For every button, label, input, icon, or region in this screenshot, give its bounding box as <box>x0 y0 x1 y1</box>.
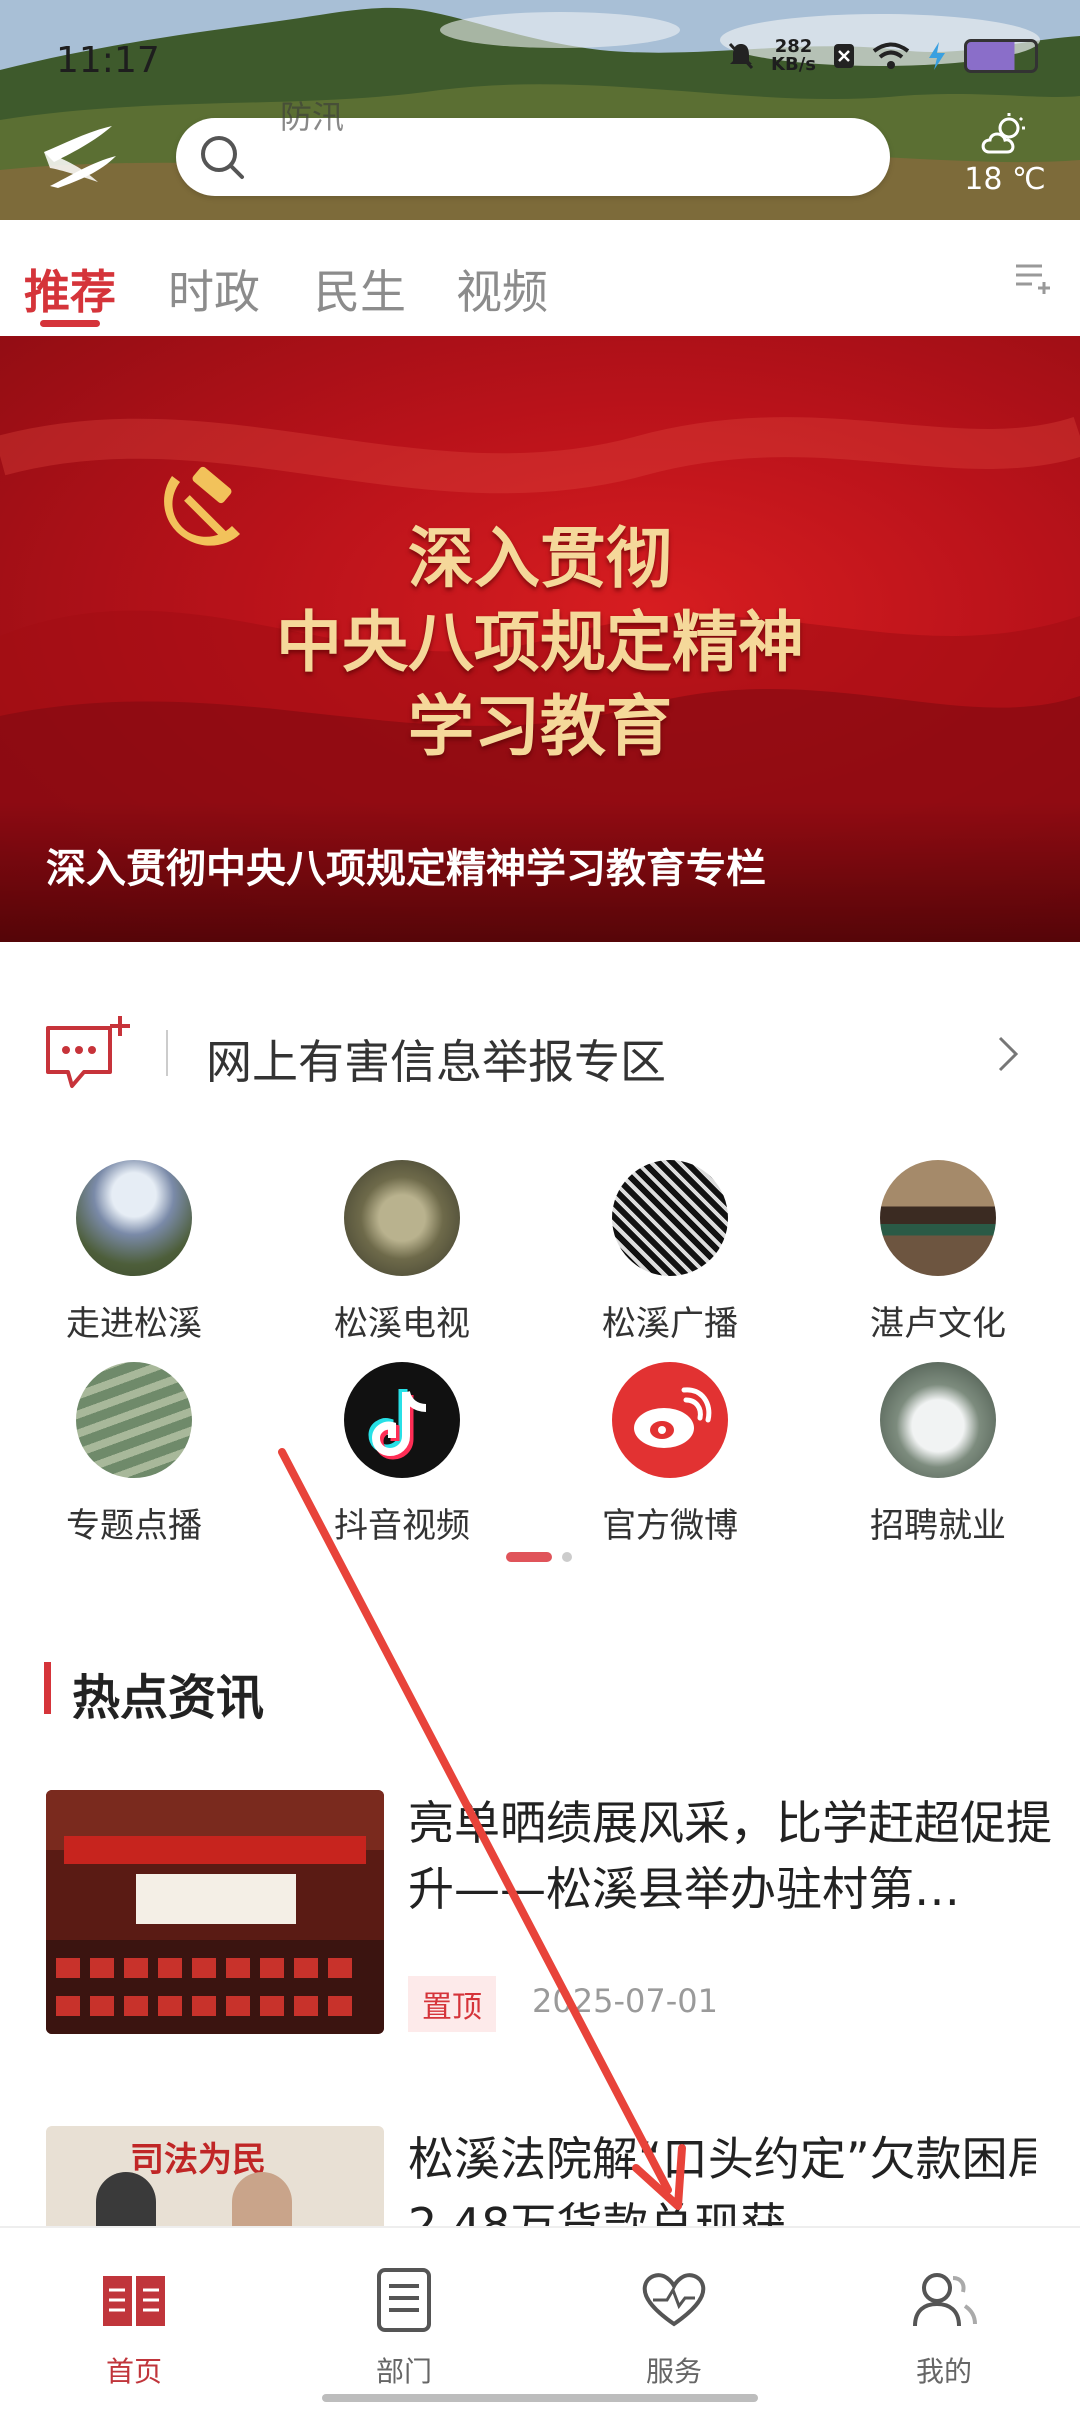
sim-icon <box>834 44 854 68</box>
status-icons: 282 KB/s <box>727 38 1038 74</box>
book-icon <box>103 2276 165 2326</box>
charging-icon <box>929 42 945 70</box>
grid-item-jobs[interactable]: 招聘就业 <box>838 1362 1038 1547</box>
tab-recommend[interactable]: 推荐 <box>24 256 116 322</box>
tab-video[interactable]: 视频 <box>456 256 548 322</box>
page-dot <box>562 1552 572 1562</box>
news-title: 松溪法院解“口头约定”欠款困局 2.48万货款总现获… <box>408 2132 1036 2226</box>
mountain-thumb-icon <box>76 1160 192 1276</box>
nav-home[interactable]: 首页 <box>44 2264 224 2390</box>
nav-label: 部门 <box>375 2355 432 2388</box>
grid-item-douyin[interactable]: 抖音视频 <box>302 1362 502 1547</box>
report-label: 网上有害信息举报专区 <box>206 1035 666 1089</box>
news-date: 2025-07-01 <box>532 1982 718 2020</box>
grid-item-zhanlu[interactable]: 湛卢文化 <box>838 1160 1038 1345</box>
vase-thumb-icon <box>344 1160 460 1276</box>
home-indicator[interactable] <box>322 2394 758 2402</box>
pinned-badge: 置顶 <box>408 1976 496 2032</box>
banner-caption: 深入贯彻中央八项规定精神学习教育专栏 <box>46 846 766 892</box>
grid-label: 松溪电视 <box>334 1304 470 1344</box>
tab-politics[interactable]: 时政 <box>168 256 260 322</box>
grid-item-weibo[interactable]: 官方微博 <box>570 1362 770 1547</box>
wifi-icon <box>872 42 910 69</box>
active-tab-indicator <box>40 320 100 327</box>
tiktok-icon <box>344 1362 460 1478</box>
news-thumbnail <box>46 1790 384 2034</box>
nav-departments[interactable]: 部门 <box>314 2264 494 2390</box>
channel-menu-icon[interactable] <box>1012 258 1052 298</box>
banner-title: 深入贯彻 中央八项规定精神 学习教育 <box>276 519 804 765</box>
news-item[interactable]: 亮单晒绩展风采，比学赶超促提升——松溪县举办驻村第… 置顶 2025-07-01 <box>46 1790 1052 2040</box>
banner-carousel[interactable]: 深入贯彻 中央八项规定精神 学习教育 深入贯彻中央八项规定精神学习教育专栏 <box>0 336 1080 942</box>
section-accent-bar <box>44 1662 51 1714</box>
grid-label: 湛卢文化 <box>870 1304 1006 1344</box>
news-thumb-text: 司法为民 <box>130 2140 266 2180</box>
weather-temperature: 18 ℃ <box>964 162 1046 197</box>
grid-label: 专题点播 <box>66 1506 202 1546</box>
header: 11:17 282 KB/s 防汛 18 ℃ <box>0 0 1080 220</box>
document-icon <box>377 2268 431 2332</box>
grid-label: 抖音视频 <box>334 1506 470 1546</box>
grid-item-radio[interactable]: 松溪广播 <box>570 1160 770 1345</box>
heart-icon <box>642 2273 706 2327</box>
news-title: 亮单晒绩展风采，比学赶超促提升——松溪县举办驻村第… <box>408 1796 1052 1916</box>
report-harmful-info-entry[interactable]: 网上有害信息举报专区 <box>0 1000 1080 1110</box>
grid-label: 松溪广播 <box>602 1304 738 1344</box>
weather-widget[interactable]: 18 ℃ <box>955 112 1055 197</box>
mute-icon <box>728 42 754 70</box>
nav-label: 首页 <box>105 2355 162 2388</box>
porcelain-thumb-icon <box>880 1362 996 1478</box>
search-icon <box>201 136 244 179</box>
grid-label: 招聘就业 <box>870 1506 1006 1546</box>
app-logo-icon[interactable] <box>40 122 120 192</box>
users-icon <box>913 2273 977 2327</box>
tab-livelihood[interactable]: 民生 <box>314 256 406 322</box>
weibo-icon <box>612 1362 728 1478</box>
building-thumb-icon <box>612 1160 728 1276</box>
grid-item-topics[interactable]: 专题点播 <box>34 1362 234 1547</box>
cloudy-sun-icon <box>981 113 1025 154</box>
page-dot-active <box>506 1552 552 1562</box>
grid-item-tv[interactable]: 松溪电视 <box>302 1160 502 1345</box>
nav-services[interactable]: 服务 <box>584 2264 764 2390</box>
net-speed: 282 KB/s <box>771 36 816 75</box>
battery-icon <box>964 39 1038 73</box>
bottom-nav: 首页 部门 服务 我的 <box>0 2226 1080 2410</box>
grid-item-zoujin[interactable]: 走进松溪 <box>34 1160 234 1345</box>
nav-profile[interactable]: 我的 <box>854 2264 1034 2390</box>
report-divider <box>166 1030 168 1076</box>
grid-label: 官方微博 <box>602 1506 738 1546</box>
news-item[interactable]: 司法为民 松溪法院解“口头约定”欠款困局 2.48万货款总现获… <box>46 2126 1036 2226</box>
terrace-thumb-icon <box>76 1362 192 1478</box>
sword-thumb-icon <box>880 1160 996 1276</box>
status-time: 11:17 <box>56 40 160 81</box>
grid-label: 走进松溪 <box>66 1304 202 1344</box>
hot-news-title: 热点资讯 <box>72 1670 265 1726</box>
nav-label: 我的 <box>915 2355 972 2388</box>
nav-label: 服务 <box>645 2355 702 2388</box>
chevron-right-icon <box>998 1036 1019 1072</box>
search-hint-text: 防汛 <box>280 98 345 136</box>
news-thumbnail: 司法为民 <box>46 2126 384 2226</box>
report-chat-icon <box>46 1016 130 1088</box>
